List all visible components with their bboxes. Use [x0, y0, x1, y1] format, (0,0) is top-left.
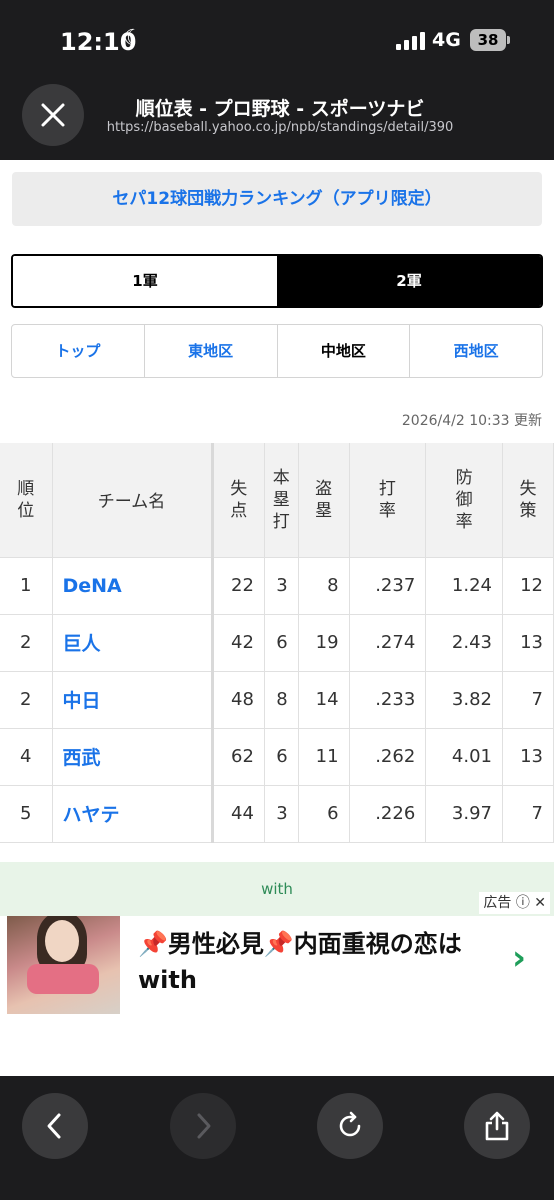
home-runs-cell: 8: [264, 671, 299, 729]
team-link[interactable]: 中日: [63, 690, 101, 712]
errors-cell: 12: [502, 557, 554, 615]
runs-allowed-cell: 42: [212, 614, 265, 672]
table-row: 1 DeNA 22 3 8 .237 1.24 12: [0, 557, 554, 615]
table-row: 2 中日 48 8 14 .233 3.82 7: [0, 671, 554, 729]
rank-cell: 5: [0, 785, 53, 843]
team-link[interactable]: 西武: [63, 747, 101, 769]
team-cell: 巨人: [52, 614, 214, 672]
team-cell: DeNA: [52, 557, 214, 615]
chevron-right-icon: [197, 1113, 211, 1139]
header-era: 防御率: [425, 443, 503, 558]
team-link[interactable]: DeNA: [63, 575, 122, 597]
header-home-runs: 本塁打: [264, 443, 299, 558]
home-runs-cell: 6: [264, 614, 299, 672]
header-errors: 失策: [502, 443, 554, 558]
tab-central[interactable]: 中地区: [278, 325, 411, 377]
stolen-bases-cell: 11: [298, 728, 350, 786]
chevron-left-icon: [47, 1113, 61, 1139]
ad-headline[interactable]: 📌男性必見📌内面重視の恋はwith: [138, 926, 508, 998]
share-button[interactable]: [464, 1093, 530, 1159]
info-icon[interactable]: ⓘ: [516, 895, 530, 911]
table-row: 4 西武 62 6 11 .262 4.01 13: [0, 728, 554, 786]
close-button[interactable]: [22, 84, 84, 146]
browser-title-bar: 順位表 - プロ野球 - スポーツナビ https://baseball.yah…: [0, 80, 554, 160]
tab-east[interactable]: 東地区: [145, 325, 278, 377]
header-runs-allowed: 失点: [212, 443, 265, 558]
era-cell: 4.01: [425, 728, 503, 786]
ad-thumbnail: with: [7, 902, 120, 1014]
chevron-right-icon[interactable]: ›: [512, 938, 526, 978]
ad-footer-link[interactable]: with: [0, 862, 554, 916]
team-cell: 西武: [52, 728, 214, 786]
table-header-row: 順位 チーム名 失点 本塁打 盗塁 打率 防御率 失策: [0, 443, 554, 558]
runs-allowed-cell: 22: [212, 557, 265, 615]
table-row: 5 ハヤテ 44 3 6 .226 3.97 7: [0, 785, 554, 843]
standings-table: 順位 チーム名 失点 本塁打 盗塁 打率 防御率 失策 1 DeNA 22 3 …: [0, 443, 554, 843]
rank-cell: 2: [0, 614, 53, 672]
tab-west[interactable]: 西地区: [410, 325, 542, 377]
batting-avg-cell: .233: [349, 671, 427, 729]
signal-icon: [396, 32, 425, 50]
errors-cell: 7: [502, 785, 554, 843]
header-batting-avg: 打率: [349, 443, 427, 558]
back-button[interactable]: [22, 1093, 88, 1159]
browser-toolbar: [0, 1076, 554, 1200]
header-team: チーム名: [52, 443, 214, 558]
era-cell: 1.24: [425, 557, 503, 615]
batting-avg-cell: .262: [349, 728, 427, 786]
team-link[interactable]: 巨人: [63, 633, 101, 655]
stolen-bases-cell: 14: [298, 671, 350, 729]
batting-avg-cell: .274: [349, 614, 427, 672]
region-tabs: トップ 東地区 中地区 西地区: [11, 324, 543, 378]
close-icon[interactable]: ✕: [534, 895, 546, 911]
home-runs-cell: 3: [264, 557, 299, 615]
header-rank: 順位: [0, 443, 53, 558]
errors-cell: 13: [502, 614, 554, 672]
stolen-bases-cell: 6: [298, 785, 350, 843]
forward-button[interactable]: [170, 1093, 236, 1159]
reload-icon: [339, 1111, 361, 1137]
stolen-bases-cell: 19: [298, 614, 350, 672]
ranking-banner-link[interactable]: セパ12球団戦力ランキング（アプリ限定）: [12, 172, 542, 226]
team-cell: ハヤテ: [52, 785, 214, 843]
errors-cell: 7: [502, 671, 554, 729]
moon-icon: ☾: [123, 26, 143, 51]
team-link[interactable]: ハヤテ: [63, 804, 120, 826]
web-content: セパ12球団戦力ランキング（アプリ限定） 1軍 2軍 トップ 東地区 中地区 西…: [0, 160, 554, 1076]
rank-cell: 4: [0, 728, 53, 786]
runs-allowed-cell: 62: [212, 728, 265, 786]
table-row: 2 巨人 42 6 19 .274 2.43 13: [0, 614, 554, 672]
rank-cell: 1: [0, 557, 53, 615]
share-icon: [485, 1111, 509, 1141]
tier-toggle: 1軍 2軍: [11, 254, 543, 308]
reload-button[interactable]: [317, 1093, 383, 1159]
errors-cell: 13: [502, 728, 554, 786]
updated-timestamp: 2026/4/2 10:33 更新: [401, 413, 542, 429]
header-stolen-bases: 盗塁: [298, 443, 350, 558]
tab-first-team[interactable]: 1軍: [13, 256, 277, 306]
network-type: 4G: [432, 29, 461, 51]
batting-avg-cell: .226: [349, 785, 427, 843]
team-cell: 中日: [52, 671, 214, 729]
ad-label-text: 広告: [483, 895, 512, 911]
home-runs-cell: 6: [264, 728, 299, 786]
stolen-bases-cell: 8: [298, 557, 350, 615]
runs-allowed-cell: 44: [212, 785, 265, 843]
home-runs-cell: 3: [264, 785, 299, 843]
rank-cell: 2: [0, 671, 53, 729]
tab-second-team[interactable]: 2軍: [277, 256, 541, 306]
ad-label: 広告 ⓘ ✕: [479, 892, 550, 914]
status-bar: 12:10 ☾ 4G 38: [0, 0, 554, 80]
era-cell: 3.97: [425, 785, 503, 843]
tab-top[interactable]: トップ: [12, 325, 145, 377]
batting-avg-cell: .237: [349, 557, 427, 615]
battery-icon: [507, 36, 510, 44]
era-cell: 2.43: [425, 614, 503, 672]
era-cell: 3.82: [425, 671, 503, 729]
runs-allowed-cell: 48: [212, 671, 265, 729]
page-title: 順位表 - プロ野球 - スポーツナビ: [135, 98, 425, 120]
close-icon: [41, 103, 65, 127]
battery-level: 38: [470, 29, 506, 51]
page-url[interactable]: https://baseball.yahoo.co.jp/npb/standin…: [95, 120, 465, 135]
